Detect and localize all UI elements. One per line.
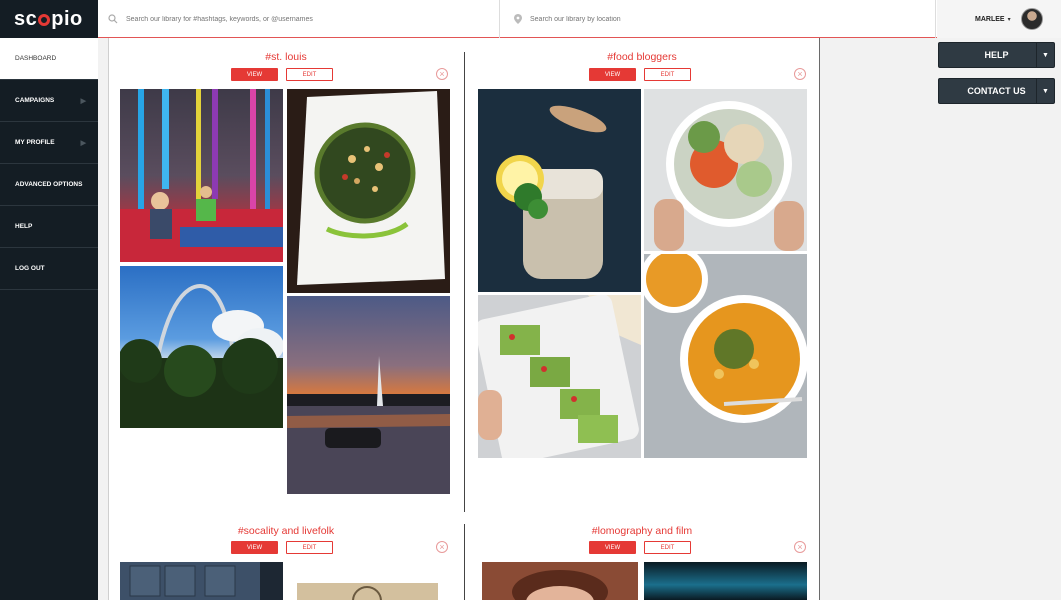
search-icon	[108, 14, 118, 24]
logo[interactable]: sc pio	[0, 0, 98, 38]
column-divider	[464, 52, 465, 512]
photo-film-dark[interactable]	[644, 562, 807, 600]
photo-curry-soup[interactable]	[644, 254, 807, 458]
sidebar-item-dashboard[interactable]: DASHBOARD	[0, 38, 98, 80]
user-menu[interactable]: MARLEE ▾	[937, 0, 1061, 38]
collection-title[interactable]: #st. louis	[186, 51, 386, 63]
chevron-down-icon: ▾	[1007, 16, 1011, 23]
photo-smoothie[interactable]	[478, 89, 641, 292]
photo-portrait[interactable]	[482, 562, 638, 600]
logo-o-mark	[38, 13, 51, 26]
search-bar	[98, 0, 500, 38]
pesto-dish-image	[287, 89, 450, 293]
sidebar-item-label: CAMPAIGNS	[15, 97, 55, 104]
photo-pesto-dish[interactable]	[287, 89, 450, 293]
help-button[interactable]: HELP ▼	[938, 42, 1055, 68]
photo-fountain-sunset[interactable]	[287, 296, 450, 494]
collections-panel: #st. louis VIEW EDIT × #food bloggers VI…	[108, 38, 820, 600]
location-search-input[interactable]	[530, 15, 890, 23]
chevron-right-icon: ▶	[80, 97, 86, 105]
view-button[interactable]: VIEW	[589, 541, 636, 554]
column-divider	[464, 524, 465, 600]
collection-title[interactable]: #lomography and film	[542, 525, 742, 537]
chevron-down-icon[interactable]: ▼	[1036, 43, 1054, 67]
sidebar-item-help[interactable]: HELP	[0, 206, 98, 248]
sidebar-item-label: DASHBOARD	[15, 55, 57, 62]
chevron-right-icon: ▶	[80, 139, 86, 147]
edit-button[interactable]: EDIT	[644, 68, 691, 81]
contact-us-button[interactable]: CONTACT US ▼	[938, 78, 1055, 104]
user-name: MARLEE	[975, 15, 1005, 23]
photo-gateway-arch[interactable]	[120, 266, 283, 428]
photo-avocado-toast[interactable]	[478, 295, 641, 458]
sidebar-item-my-profile[interactable]: MY PROFILE ▶	[0, 122, 98, 164]
avatar[interactable]	[1020, 8, 1043, 30]
gateway-arch-image	[120, 283, 283, 428]
view-button[interactable]: VIEW	[589, 68, 636, 81]
edit-button[interactable]: EDIT	[644, 541, 691, 554]
sidebar-item-label: LOG OUT	[15, 265, 45, 272]
photo-aerial-silks[interactable]	[120, 89, 283, 262]
sidebar-item-label: ADVANCED OPTIONS	[15, 181, 83, 188]
help-button-label: HELP	[984, 50, 1009, 60]
photo-blue-door[interactable]	[120, 562, 283, 600]
location-pin-icon	[514, 14, 522, 24]
collection-title[interactable]: #food bloggers	[542, 51, 742, 63]
close-icon[interactable]: ×	[794, 68, 806, 80]
search-input[interactable]	[126, 15, 486, 23]
contact-us-button-label: CONTACT US	[967, 86, 1026, 96]
photo-veggie-bowl[interactable]	[644, 89, 807, 251]
location-search-bar	[500, 0, 936, 38]
fountain-sunset-image	[287, 356, 450, 494]
collection-title[interactable]: #socality and livefolk	[186, 525, 386, 537]
aerial-silks-image	[120, 89, 283, 262]
sidebar: DASHBOARD CAMPAIGNS ▶ MY PROFILE ▶ ADVANCE…	[0, 38, 98, 600]
edit-button[interactable]: EDIT	[286, 68, 333, 81]
portrait-image	[512, 570, 608, 600]
sidebar-item-campaigns[interactable]: CAMPAIGNS ▶	[0, 80, 98, 122]
smoothie-image	[478, 89, 641, 292]
close-icon[interactable]: ×	[436, 541, 448, 553]
avocado-toast-image	[478, 295, 641, 458]
veggie-bowl-image	[644, 89, 807, 251]
edit-button[interactable]: EDIT	[286, 541, 333, 554]
chevron-down-icon[interactable]: ▼	[1036, 79, 1054, 103]
building-image	[352, 586, 382, 600]
view-button[interactable]: VIEW	[231, 541, 278, 554]
close-icon[interactable]: ×	[436, 68, 448, 80]
close-icon[interactable]: ×	[794, 541, 806, 553]
view-button[interactable]: VIEW	[231, 68, 278, 81]
logo-text: sc pio	[14, 7, 83, 30]
photo-building[interactable]	[297, 583, 438, 600]
sidebar-item-log-out[interactable]: LOG OUT	[0, 248, 98, 290]
sidebar-item-advanced-options[interactable]: ADVANCED OPTIONS	[0, 164, 98, 206]
sidebar-item-label: HELP	[15, 223, 33, 230]
sidebar-item-label: MY PROFILE	[15, 139, 55, 146]
blue-door-image	[129, 562, 283, 600]
curry-soup-image	[644, 254, 807, 458]
top-bar: scpio MARLEE ▾	[0, 0, 1061, 38]
